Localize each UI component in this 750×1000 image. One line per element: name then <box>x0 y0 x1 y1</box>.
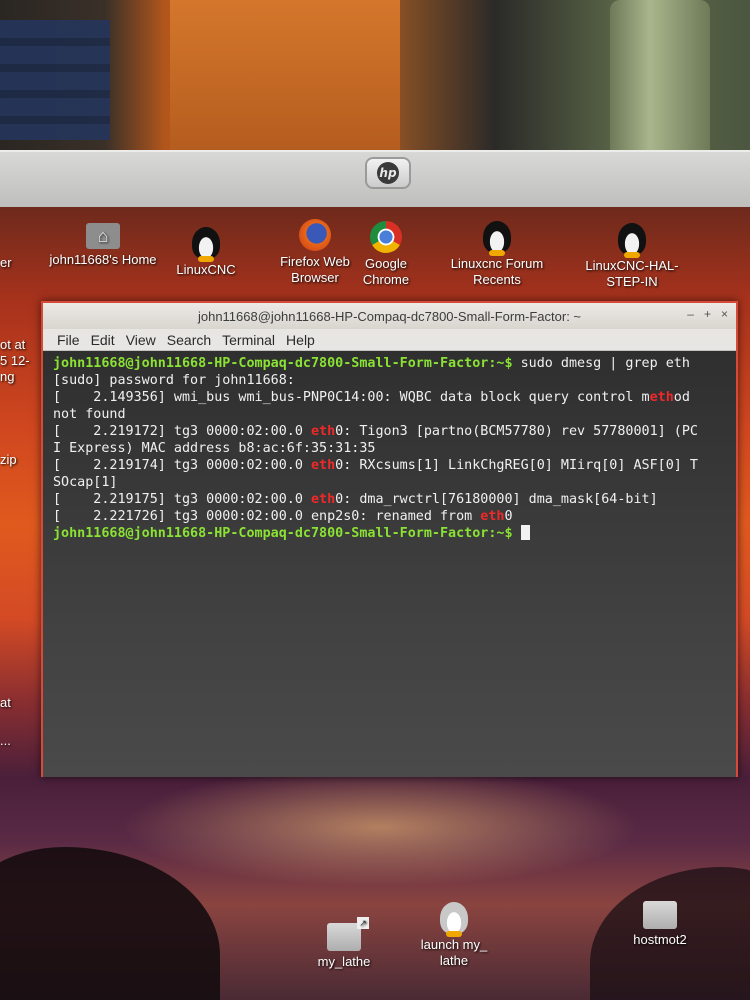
text-cursor <box>520 525 530 540</box>
home-folder-icon <box>86 223 120 249</box>
firefox-icon <box>299 219 331 251</box>
terminal-line: [ 2.219175] tg3 0000:02:00.0 eth0: dma_r… <box>53 492 658 507</box>
shell-prompt: john11668@john11668-HP-Compaq-dc7800-Sma… <box>53 526 513 541</box>
terminal-line: [sudo] password for john11668: <box>53 373 295 388</box>
tux-icon <box>192 227 220 262</box>
edge-label: 5 12- <box>0 353 30 368</box>
desktop-icon-forum-recents[interactable]: Linuxcnc Forum Recents <box>442 221 552 288</box>
folder-icon <box>643 901 677 929</box>
maximize-icon[interactable]: + <box>704 307 711 321</box>
terminal-line: [ 2.219172] tg3 0000:02:00.0 eth0: Tigon… <box>53 424 698 439</box>
shell-prompt: john11668@john11668-HP-Compaq-dc7800-Sma… <box>53 356 513 371</box>
menu-search[interactable]: Search <box>167 332 211 348</box>
wood-panel <box>170 0 400 150</box>
terminal-line: I Express) MAC address b8:ac:6f:35:31:35 <box>53 441 376 456</box>
desktop-icon-launch-my-lathe[interactable]: launch my_ lathe <box>399 902 509 969</box>
chrome-icon <box>370 221 402 253</box>
desktop-icon-home[interactable]: john11668's Home <box>48 223 158 268</box>
parts-shelf <box>0 20 110 140</box>
menu-help[interactable]: Help <box>286 332 315 348</box>
desktop-icon-label: launch my_ lathe <box>420 937 488 968</box>
menubar: File Edit View Search Terminal Help <box>43 329 736 351</box>
terminal-line-prompt: john11668@john11668-HP-Compaq-dc7800-Sma… <box>53 525 736 542</box>
terminal-line: not found <box>53 407 126 422</box>
desktop-icon-label: Linuxcnc Forum Recents <box>450 256 544 287</box>
desktop-icon-hal-step-in[interactable]: LinuxCNC-HAL-STEP-IN <box>572 223 692 290</box>
edge-label: zip <box>0 452 17 467</box>
terminal-line: [ 2.221726] tg3 0000:02:00.0 enp2s0: ren… <box>53 509 513 524</box>
desktop: er ot at 5 12- ng zip at ... john11668's… <box>0 207 750 1000</box>
tux-icon <box>483 221 511 256</box>
menu-file[interactable]: File <box>57 332 80 348</box>
link-arrow-icon: ↗ <box>357 917 369 929</box>
desktop-icon-label: LinuxCNC-HAL-STEP-IN <box>585 258 679 289</box>
desktop-icon-chrome[interactable]: Google Chrome <box>331 221 441 288</box>
desktop-icon-label: LinuxCNC <box>176 262 236 277</box>
window-title: john11668@john11668-HP-Compaq-dc7800-Sma… <box>197 308 582 324</box>
desktop-icon-linuxcnc[interactable]: LinuxCNC <box>151 227 261 278</box>
desktop-icon-hostmot2[interactable]: hostmot2 <box>605 901 715 948</box>
terminal-output[interactable]: john11668@john11668-HP-Compaq-dc7800-Sma… <box>43 351 736 777</box>
minimize-icon[interactable]: – <box>687 307 694 321</box>
tux-icon <box>618 223 646 258</box>
edge-label: ot at <box>0 337 26 352</box>
terminal-line: [ 2.149356] wmi_bus wmi_bus-PNP0C14:00: … <box>53 390 690 405</box>
background-room <box>0 0 750 160</box>
desktop-icon-label: hostmot2 <box>633 932 687 947</box>
desktop-icon-label: john11668's Home <box>49 252 157 267</box>
menu-terminal[interactable]: Terminal <box>222 332 275 348</box>
edge-label: at <box>0 695 11 710</box>
window-titlebar[interactable]: john11668@john11668-HP-Compaq-dc7800-Sma… <box>43 303 736 329</box>
desktop-icon-label: Google Chrome <box>362 256 410 287</box>
hp-logo: hp <box>365 157 411 189</box>
terminal-window[interactable]: john11668@john11668-HP-Compaq-dc7800-Sma… <box>41 301 738 777</box>
window-controls: – + × <box>687 307 728 321</box>
edge-label: ng <box>0 369 15 384</box>
terminal-line: [ 2.219174] tg3 0000:02:00.0 eth0: RXcsu… <box>53 458 698 473</box>
shell-command: sudo dmesg | grep eth <box>512 356 690 371</box>
terminal-line-command: john11668@john11668-HP-Compaq-dc7800-Sma… <box>53 355 736 372</box>
machine-column <box>610 0 710 160</box>
menu-view[interactable]: View <box>126 332 156 348</box>
tux-light-icon <box>440 902 468 937</box>
folder-link-icon: ↗ <box>327 917 369 951</box>
desktop-icon-label: my_lathe <box>317 954 371 969</box>
wallpaper-glow <box>120 767 640 887</box>
edge-label: ... <box>0 733 11 748</box>
edge-label: er <box>0 255 12 270</box>
menu-edit[interactable]: Edit <box>91 332 115 348</box>
desktop-icon-my-lathe[interactable]: ↗ my_lathe <box>289 917 399 970</box>
close-icon[interactable]: × <box>721 307 728 321</box>
terminal-line: SOcap[1] <box>53 475 118 490</box>
